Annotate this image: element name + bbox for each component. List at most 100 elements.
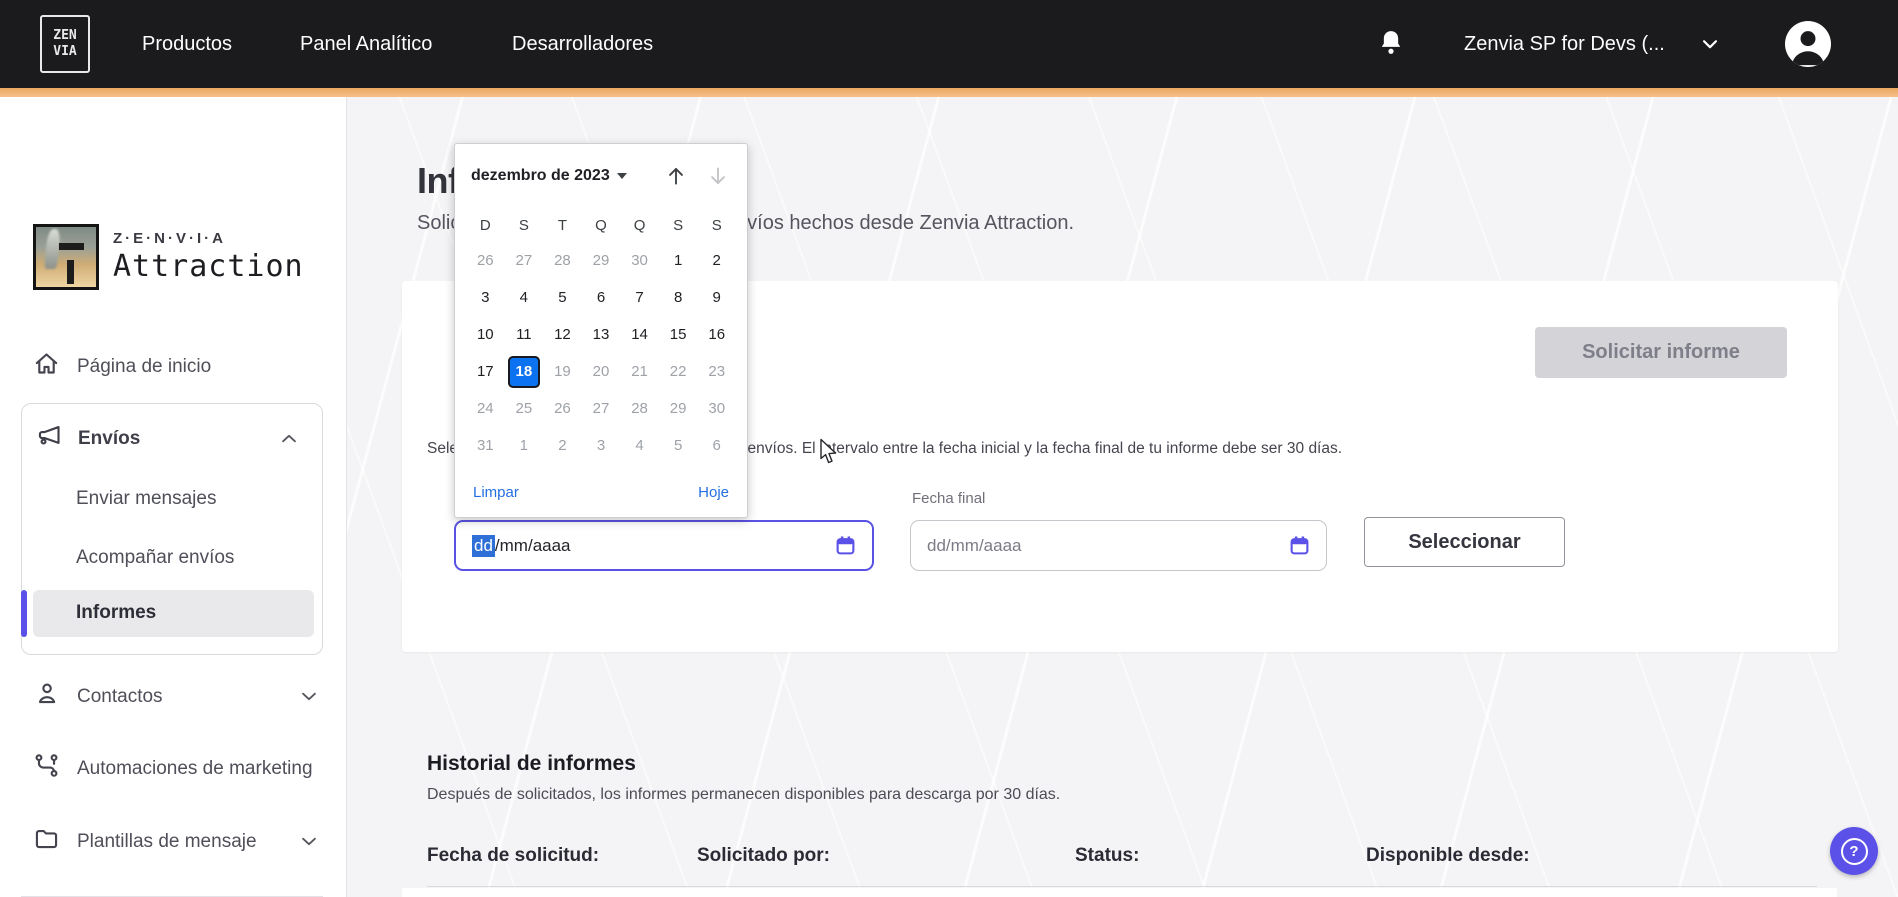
calendar-day[interactable]: 17 [466, 353, 505, 390]
brand-product: Attraction [113, 249, 304, 284]
calendar-day[interactable]: 9 [697, 279, 736, 316]
calendar-day[interactable]: 28 [543, 242, 582, 279]
clear-link[interactable]: Limpar [473, 484, 519, 501]
select-period-button[interactable]: Seleccionar [1364, 517, 1565, 567]
nav-item-productos[interactable]: Productos [142, 0, 232, 88]
fecha-final-label: Fecha final [912, 490, 986, 507]
history-title: Historial de informes [427, 752, 636, 775]
calendar-day[interactable]: 14 [620, 316, 659, 353]
sidebar-item-contactos[interactable]: Contactos [33, 680, 163, 713]
attraction-logo-image [33, 224, 99, 290]
dropdown-triangle-icon [616, 173, 627, 179]
accent-gradient-bar [0, 88, 1898, 97]
help-button[interactable]: ? [1830, 827, 1878, 875]
start-date-input[interactable]: dd/mm/aaaa [454, 520, 874, 571]
calendar-day[interactable]: 21 [620, 353, 659, 390]
calendar-weekday: S [518, 216, 529, 234]
date-segment-rest[interactable]: /mm/aaaa [495, 536, 571, 556]
calendar-day[interactable]: 29 [659, 390, 698, 427]
date-picker-header: dezembro de 2023 [455, 144, 747, 198]
calendar-day[interactable]: 3 [582, 427, 621, 464]
previous-month-arrow-icon[interactable] [663, 163, 689, 189]
calendar-weekday: S [711, 216, 722, 234]
month-year-selector[interactable]: dezembro de 2023 [471, 167, 627, 185]
calendar-day[interactable]: 29 [582, 242, 621, 279]
history-column-header: Status: [1075, 845, 1140, 866]
calendar-day[interactable]: 25 [505, 390, 544, 427]
calendar-day[interactable]: 2 [697, 242, 736, 279]
history-column-header: Disponible desde: [1366, 845, 1530, 866]
zenvia-logo[interactable]: ZEN VIA [40, 15, 90, 73]
avatar-icon[interactable] [1785, 21, 1831, 67]
calendar-day[interactable]: 6 [697, 427, 736, 464]
sidebar-item-home[interactable]: Página de inicio [33, 350, 211, 383]
calendar-day[interactable]: 1 [659, 242, 698, 279]
calendar-day[interactable]: 5 [543, 279, 582, 316]
calendar-day[interactable]: 30 [620, 242, 659, 279]
calendar-day[interactable]: 15 [659, 316, 698, 353]
zenvia-logo-text-top: ZEN [53, 28, 77, 44]
calendar-day[interactable]: 27 [505, 242, 544, 279]
folder-icon [33, 825, 60, 858]
date-placeholder[interactable]: dd/mm/aaaa [927, 536, 1022, 556]
calendar-day[interactable]: 24 [466, 390, 505, 427]
calendar-day[interactable]: 3 [466, 279, 505, 316]
next-month-arrow-icon[interactable] [705, 163, 731, 189]
calendar-day[interactable]: 22 [659, 353, 698, 390]
sidebar-item-label: Página de inicio [77, 355, 212, 377]
calendar-day[interactable]: 1 [505, 427, 544, 464]
calendar-day[interactable]: 26 [543, 390, 582, 427]
sidebar-item-plantillas[interactable]: Plantillas de mensaje [33, 825, 257, 858]
calendar-day[interactable]: 5 [659, 427, 698, 464]
calendar-day[interactable]: 7 [620, 279, 659, 316]
calendar-day[interactable]: 6 [582, 279, 621, 316]
calendar-day[interactable]: 26 [466, 242, 505, 279]
calendar-weekday: S [673, 216, 684, 234]
calendar-day[interactable]: 27 [582, 390, 621, 427]
calendar-day[interactable]: 10 [466, 316, 505, 353]
chevron-down-icon[interactable] [296, 685, 322, 712]
calendar-day[interactable]: 28 [620, 390, 659, 427]
calendar-day[interactable]: 13 [582, 316, 621, 353]
calendar-day[interactable]: 16 [697, 316, 736, 353]
calendar-day[interactable]: 4 [505, 279, 544, 316]
chevron-up-icon[interactable] [276, 428, 302, 455]
sidebar-item-informes[interactable]: Informes [76, 602, 156, 624]
nav-item-desarrolladores[interactable]: Desarrolladores [512, 0, 653, 88]
chevron-down-icon[interactable] [1698, 33, 1722, 60]
end-date-input[interactable]: dd/mm/aaaa [910, 520, 1327, 571]
history-subtitle: Después de solicitados, los informes per… [427, 786, 1061, 803]
active-indicator [21, 590, 27, 637]
nav-item-panel-analitico[interactable]: Panel Analítico [300, 0, 432, 88]
bell-icon[interactable] [1378, 28, 1404, 63]
calendar-day[interactable]: 4 [620, 427, 659, 464]
top-navbar: ZEN VIA Productos Panel Analítico Desarr… [0, 0, 1898, 88]
calendar-day[interactable]: 19 [543, 353, 582, 390]
calendar-day[interactable]: 8 [659, 279, 698, 316]
sidebar-item-acompanar-envios[interactable]: Acompañar envíos [76, 547, 234, 569]
chevron-down-icon[interactable] [296, 830, 322, 857]
home-icon [33, 350, 60, 383]
calendar-weekday: T [557, 216, 567, 234]
history-header-divider [427, 886, 1817, 887]
question-mark-icon: ? [1840, 837, 1868, 865]
calendar-day[interactable]: 30 [697, 390, 736, 427]
history-first-row [402, 888, 1837, 897]
calendar-day[interactable]: 11 [505, 316, 544, 353]
sidebar-item-envios[interactable]: Envíos [36, 422, 140, 455]
sidebar-item-enviar-mensajes[interactable]: Enviar mensajes [76, 488, 216, 510]
calendar-day[interactable]: 23 [697, 353, 736, 390]
calendar-picker-icon[interactable] [1289, 535, 1310, 556]
calendar-day[interactable]: 20 [582, 353, 621, 390]
date-segment-day[interactable]: dd [472, 534, 495, 557]
account-switcher[interactable]: Zenvia SP for Devs (... [1464, 0, 1665, 88]
today-link[interactable]: Hoje [698, 484, 729, 501]
calendar-day[interactable]: 2 [543, 427, 582, 464]
workflow-icon [33, 752, 60, 785]
calendar-day-selected[interactable]: 18 [505, 353, 544, 390]
sidebar-item-automaciones[interactable]: Automaciones de marketing [33, 752, 313, 785]
calendar-day[interactable]: 12 [543, 316, 582, 353]
calendar-day[interactable]: 31 [466, 427, 505, 464]
request-report-button[interactable]: Solicitar informe [1535, 327, 1787, 378]
calendar-picker-icon[interactable] [835, 535, 856, 556]
